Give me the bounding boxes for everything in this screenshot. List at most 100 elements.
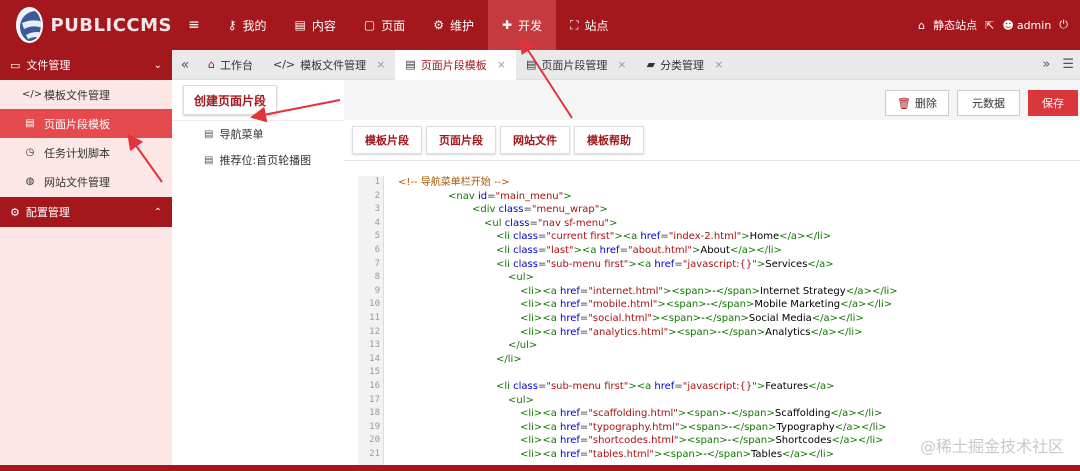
sub-tab-page-fragment[interactable]: 页面片段 [426,126,496,154]
sidebar: ▭ 文件管理 ⌄ </> 模板文件管理 ▤ 页面片段模板 ◷ 任务计划脚本 ◍ … [0,50,172,465]
chevron-down-icon: ⌄ [153,59,162,71]
file-icon: ▤ [204,128,214,140]
delete-button[interactable]: 🗑 删除 [885,90,949,116]
tab-fragment-manage[interactable]: ▤ 页面片段管理 × [516,50,637,80]
menu-toggle-icon[interactable]: ≡ [172,0,214,50]
list-icon: ▤ [525,58,537,71]
sub-tab-template-help[interactable]: 模板帮助 [574,126,644,154]
sub-tab-website-files[interactable]: 网站文件 [500,126,570,154]
tab-label: 工作台 [219,58,253,72]
sidebar-item-website-files[interactable]: ◍ 网站文件管理 [0,167,172,196]
sidebar-item-label: 网站文件管理 [44,175,110,189]
cogs-icon: ⚙ [433,18,445,32]
gear-icon: ⚙ [10,205,20,219]
tab-label: 页面片段模板 [420,58,487,72]
nav-item-site[interactable]: ⛶ 站点 [556,0,622,50]
nav-item-maintain[interactable]: ⚙ 维护 [419,0,488,50]
tabs-menu-icon[interactable]: ☰ [1056,57,1080,72]
close-icon[interactable]: × [376,58,385,71]
close-icon[interactable]: × [617,58,626,71]
bottom-bar [0,465,1080,471]
sidebar-section-file[interactable]: ▭ 文件管理 ⌄ [0,50,172,80]
nav-item-content[interactable]: ▤ 内容 [281,0,350,50]
list-icon: ▤ [405,58,416,71]
tab-label: 页面片段管理 [541,58,608,72]
metadata-button[interactable]: 元数据 [957,90,1020,116]
folder-open-icon: ▰ [646,58,656,71]
sidebar-item-label: 任务计划脚本 [44,146,110,160]
logo-globe-icon [16,7,43,43]
sidebar-item-task-scripts[interactable]: ◷ 任务计划脚本 [0,138,172,167]
tree-item-nav-menu[interactable]: ▤ 导航菜单 [204,126,263,142]
button-label: 删除 [914,97,937,110]
fragment-tree-pane: 创建页面片段 ▤ 导航菜单 ▤ 推荐位:首页轮播图 [172,80,344,465]
static-site-link[interactable]: 静态站点 [933,17,977,33]
nav-label: 我的 [242,18,267,33]
nav-label: 维护 [450,18,475,33]
nav-label: 页面 [381,18,406,33]
sidebar-item-label: 页面片段模板 [44,117,110,131]
trash-icon: 🗑 [897,96,911,110]
user-icon: ☻ [1002,18,1014,32]
file-icon: ▤ [204,154,214,166]
tab-fragment-templates[interactable]: ▤ 页面片段模板 × [395,49,516,80]
clock-icon: ◷ [25,147,35,158]
logout-icon[interactable]: ⏻ [1059,18,1068,32]
tab-template-files[interactable]: </> 模板文件管理 × [263,50,395,80]
code-editor[interactable]: 1 <!-- 导航菜单栏开始 --> 2 <nav id="main_menu"> … [358,176,1080,465]
tabs-scroll-right-icon[interactable]: » [1036,57,1056,72]
watermark: @稀土掘金技术社区 [919,437,1064,456]
create-fragment-button[interactable]: 创建页面片段 [183,85,277,115]
home-icon: ⌂ [208,58,215,71]
tab-category-manage[interactable]: ▰ 分类管理 × [637,50,734,80]
code-icon: </> [22,89,43,100]
tree-item-label: 推荐位:首页轮播图 [219,154,312,167]
file-icon: ▤ [294,18,306,32]
section-label: 文件管理 [26,59,71,72]
top-nav: ≡ ⚷ 我的 ▤ 内容 ▢ 页面 ⚙ 维护 ✚ 开发 ⛶ 站点 [172,0,623,50]
close-icon[interactable]: × [714,58,723,71]
sitemap-icon: ⛶ [570,17,579,32]
sidebar-item-fragment-templates[interactable]: ▤ 页面片段模板 [0,109,172,138]
user-name[interactable]: admin [1017,19,1051,32]
nav-item-page[interactable]: ▢ 页面 [350,0,419,50]
globe-icon: ◍ [25,176,35,187]
logo-text: PUBLICCMS [50,14,172,36]
home-icon: ⌂ [918,18,926,32]
key-icon: ⚷ [227,18,237,32]
code-icon: </> [272,58,296,71]
nav-label: 内容 [311,18,336,33]
nav-item-develop[interactable]: ✚ 开发 [488,0,557,50]
divider [172,120,344,121]
nav-item-mine[interactable]: ⚷ 我的 [214,0,281,50]
nav-label: 站点 [584,18,609,33]
nav-label: 开发 [518,18,543,33]
puzzle-icon: ✚ [502,18,513,32]
list-icon: ▤ [25,118,35,129]
logo[interactable]: PUBLICCMS [0,0,172,50]
square-icon: ▢ [363,18,376,32]
close-icon[interactable]: × [497,58,506,71]
folder-icon: ▭ [10,58,21,72]
tab-label: 分类管理 [660,58,705,72]
tree-item-label: 导航菜单 [219,128,264,141]
sub-tab-template-fragment[interactable]: 模板片段 [352,126,422,154]
sub-tabs: 模板片段 页面片段 网站文件 模板帮助 [352,126,648,154]
tree-item-carousel[interactable]: ▤ 推荐位:首页轮播图 [204,152,311,168]
section-label: 配置管理 [25,206,70,219]
top-bar: PUBLICCMS ≡ ⚷ 我的 ▤ 内容 ▢ 页面 ⚙ 维护 ✚ 开发 ⛶ 站点 ⌂ 静态… [0,0,1080,50]
top-right: ⌂ 静态站点 ⇱ ☻ admin ⏻ [910,17,1080,33]
sidebar-section-config[interactable]: ⚙ 配置管理 ⌃ [0,197,172,227]
tabs-bar: « ⌂ 工作台 </> 模板文件管理 × ▤ 页面片段模板 × ▤ 页面片段管理 × ▰ 分类管… [172,49,1080,80]
content-area: 创建页面片段 ▤ 导航菜单 ▤ 推荐位:首页轮播图 🗑 删除 元数据 保存 模板片段 … [172,80,1080,465]
tabs-right: » ☰ [1036,57,1080,72]
external-icon[interactable]: ⇱ [985,19,994,32]
tab-dashboard[interactable]: ⌂ 工作台 [198,50,263,80]
sidebar-item-template-files[interactable]: </> 模板文件管理 [0,80,172,109]
chevron-up-icon: ⌃ [153,206,162,218]
divider [344,160,1080,161]
sidebar-item-label: 模板文件管理 [44,88,110,102]
tabs-scroll-left-icon[interactable]: « [172,57,198,73]
tab-label: 模板文件管理 [300,58,367,72]
save-button[interactable]: 保存 [1028,90,1078,116]
